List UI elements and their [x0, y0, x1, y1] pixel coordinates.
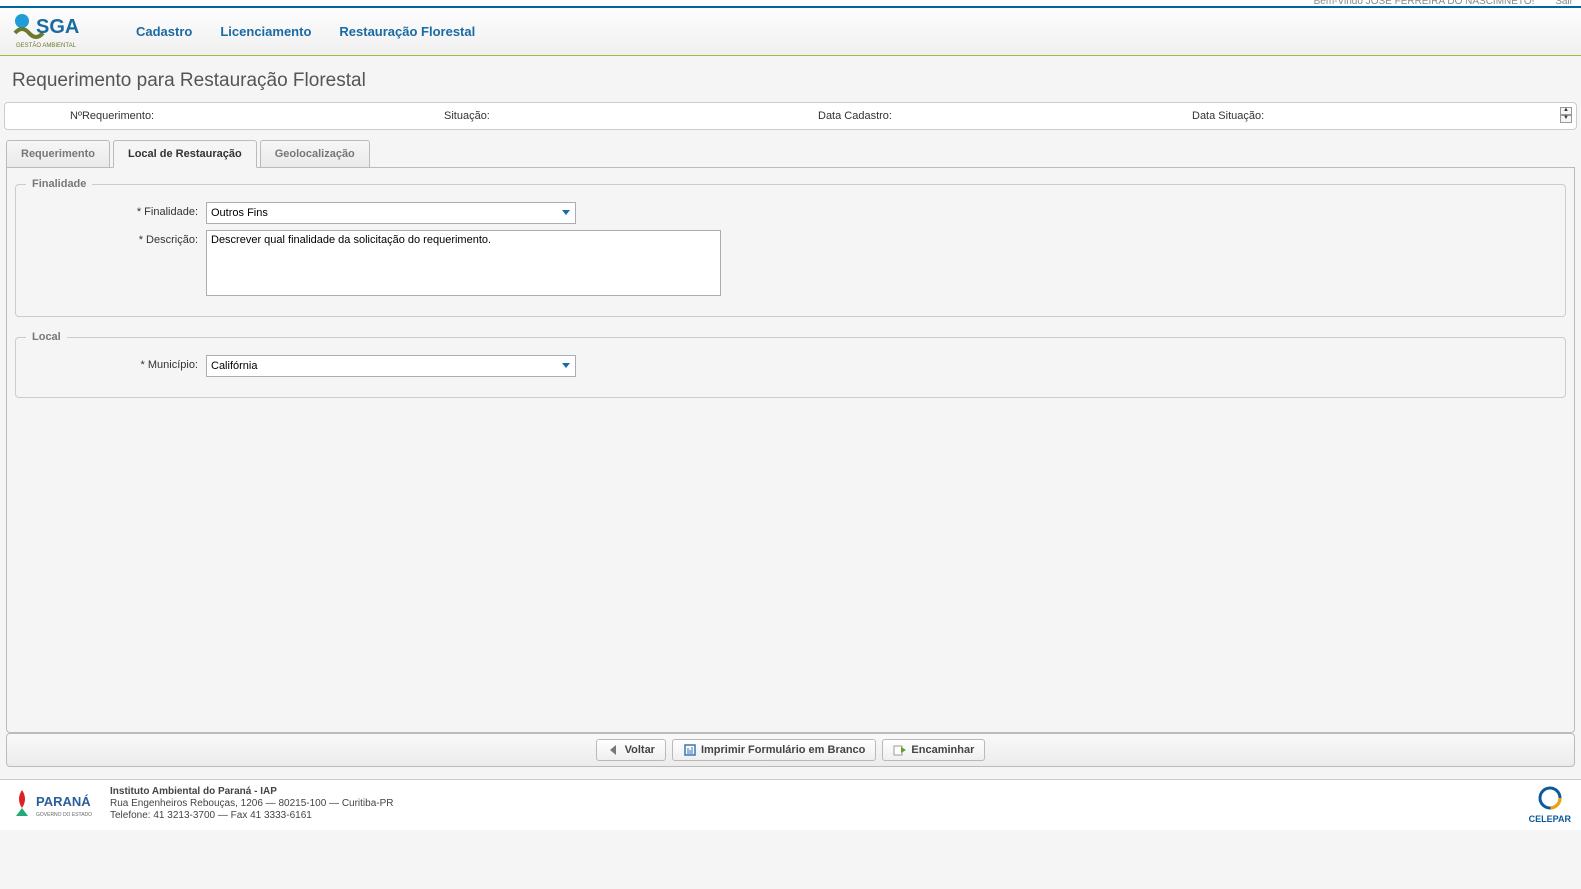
- celepar-icon: [1534, 786, 1566, 814]
- footer: PARANÁ GOVERNO DO ESTADO Instituto Ambie…: [0, 779, 1581, 830]
- encaminhar-button[interactable]: Encaminhar: [882, 739, 985, 761]
- action-bar: Voltar Imprimir Formulário em Branco Enc…: [6, 733, 1575, 767]
- print-icon: [683, 743, 697, 757]
- data-situacao-label: Data Situação:: [1192, 110, 1566, 122]
- descricao-label: * Descrição:: [26, 230, 206, 246]
- voltar-button[interactable]: Voltar: [596, 739, 666, 761]
- descricao-textarea[interactable]: [206, 230, 721, 296]
- footer-phone: Telefone: 41 3213-3700 — Fax 41 3333-616…: [110, 810, 394, 821]
- spinner-up-icon[interactable]: ▲: [1560, 107, 1572, 115]
- arrow-left-icon: [607, 743, 621, 757]
- svg-text:SGA: SGA: [36, 16, 79, 38]
- info-row: NºRequerimento: Situação: Data Cadastro:…: [4, 102, 1577, 130]
- tab-geolocalizacao[interactable]: Geolocalização: [260, 140, 370, 167]
- situacao-label: Situação:: [444, 110, 818, 122]
- sga-logo-icon: SGA GESTÃO AMBIENTAL: [8, 11, 118, 53]
- spinner-down-icon[interactable]: ▼: [1560, 115, 1572, 123]
- imprimir-button[interactable]: Imprimir Formulário em Branco: [672, 739, 876, 761]
- finalidade-select[interactable]: Outros Fins: [206, 202, 576, 224]
- svg-text:GOVERNO DO ESTADO: GOVERNO DO ESTADO: [36, 812, 92, 818]
- legend-finalidade: Finalidade: [26, 178, 92, 190]
- forward-icon: [893, 743, 907, 757]
- page-title: Requerimento para Restauração Florestal: [0, 56, 1581, 102]
- header: SGA GESTÃO AMBIENTAL Cadastro Licenciame…: [0, 8, 1581, 56]
- panel-local-restauracao: Finalidade * Finalidade: Outros Fins * D…: [6, 168, 1575, 733]
- logo: SGA GESTÃO AMBIENTAL: [8, 11, 118, 53]
- svg-text:PARANÁ: PARANÁ: [36, 794, 91, 809]
- footer-institution: Instituto Ambiental do Paraná - IAP: [110, 786, 277, 797]
- tab-local-restauracao[interactable]: Local de Restauração: [113, 140, 257, 168]
- welcome-text: Bem-Vindo JOSE FERREIRA DO NASCIMNETO!: [1314, 0, 1535, 7]
- menu-licenciamento[interactable]: Licenciamento: [220, 24, 311, 39]
- logout-link[interactable]: Sair: [1555, 0, 1573, 7]
- finalidade-label: * Finalidade:: [26, 202, 206, 218]
- municipio-select[interactable]: Califórnia: [206, 355, 576, 377]
- spinner-control[interactable]: ▲ ▼: [1560, 107, 1572, 125]
- main-menu: Cadastro Licenciamento Restauração Flore…: [136, 24, 475, 39]
- fieldset-finalidade: Finalidade * Finalidade: Outros Fins * D…: [15, 178, 1566, 317]
- fieldset-local: Local * Município: Califórnia: [15, 331, 1566, 398]
- celepar-logo: CELEPAR: [1529, 786, 1571, 824]
- svg-text:GESTÃO AMBIENTAL: GESTÃO AMBIENTAL: [16, 42, 77, 49]
- menu-cadastro[interactable]: Cadastro: [136, 24, 192, 39]
- parana-logo-icon: PARANÁ GOVERNO DO ESTADO: [10, 786, 98, 824]
- footer-address: Rua Engenheiros Rebouças, 1206 — 80215-1…: [110, 798, 394, 809]
- menu-restauracao[interactable]: Restauração Florestal: [339, 24, 475, 39]
- data-cadastro-label: Data Cadastro:: [818, 110, 1192, 122]
- legend-local: Local: [26, 331, 67, 343]
- user-bar: Bem-Vindo JOSE FERREIRA DO NASCIMNETO! S…: [1314, 0, 1573, 7]
- tab-requerimento[interactable]: Requerimento: [6, 140, 110, 167]
- num-requerimento-label: NºRequerimento:: [15, 110, 444, 122]
- municipio-label: * Município:: [26, 355, 206, 371]
- tabs: Requerimento Local de Restauração Geoloc…: [6, 140, 1575, 168]
